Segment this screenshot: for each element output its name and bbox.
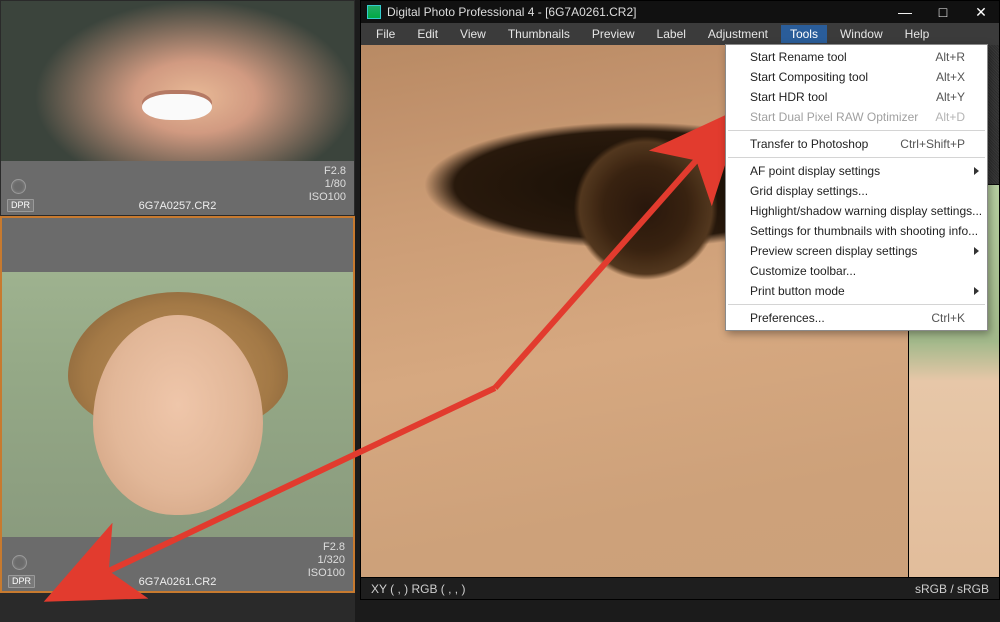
thumbnail-1-aperture: F2.8 (308, 541, 345, 554)
menu-item-rename[interactable]: Start Rename tool Alt+R (726, 47, 987, 67)
menu-item-shortcut: Ctrl+K (931, 311, 965, 325)
thumbnail-sidebar: F2.8 1/80 ISO100 DPR 6G7A0257.CR2 F2.8 1… (0, 0, 355, 622)
thumbnail-1[interactable]: F2.8 1/320 ISO100 DPR 6G7A0261.CR2 (0, 216, 355, 593)
menu-item-shortcut: Alt+X (936, 70, 965, 84)
thumbnail-0-aperture: F2.8 (309, 165, 346, 178)
menu-item-label: Start Rename tool (750, 50, 847, 64)
thumbnail-1-shutter: 1/320 (308, 554, 345, 567)
menu-item-photoshop[interactable]: Transfer to Photoshop Ctrl+Shift+P (726, 134, 987, 154)
menu-view[interactable]: View (451, 25, 495, 43)
menu-item-grid[interactable]: Grid display settings... (726, 181, 987, 201)
menu-window[interactable]: Window (831, 25, 892, 43)
thumbnail-1-footer: F2.8 1/320 ISO100 DPR 6G7A0261.CR2 (2, 537, 353, 591)
menu-item-customize-toolbar[interactable]: Customize toolbar... (726, 261, 987, 281)
menu-edit[interactable]: Edit (408, 25, 447, 43)
menu-help[interactable]: Help (896, 25, 939, 43)
titlebar[interactable]: Digital Photo Professional 4 - [6G7A0261… (361, 1, 999, 23)
menu-separator (728, 157, 985, 158)
thumbnail-0-image (1, 1, 354, 161)
menu-tools[interactable]: Tools (781, 25, 827, 43)
menu-item-compositing[interactable]: Start Compositing tool Alt+X (726, 67, 987, 87)
dpr-badge: DPR (8, 575, 35, 588)
menu-item-shortcut: Alt+R (935, 50, 965, 64)
menu-item-highlight[interactable]: Highlight/shadow warning display setting… (726, 201, 987, 221)
thumbnail-0-shutter: 1/80 (309, 178, 346, 191)
menu-item-shortcut: Alt+D (935, 110, 965, 124)
thumbnail-1-top-spacer (2, 218, 353, 272)
thumbnail-1-iso: ISO100 (308, 567, 345, 580)
menu-item-label: Settings for thumbnails with shooting in… (750, 224, 978, 238)
menu-thumbnails[interactable]: Thumbnails (499, 25, 579, 43)
maximize-button[interactable]: □ (931, 4, 955, 20)
menu-adjustment[interactable]: Adjustment (699, 25, 777, 43)
thumbnail-0-meta: F2.8 1/80 ISO100 (309, 165, 346, 204)
menu-item-preview-settings[interactable]: Preview screen display settings (726, 241, 987, 261)
menu-item-label: Print button mode (750, 284, 845, 298)
close-button[interactable]: ✕ (969, 4, 993, 21)
thumbnail-1-filename: 6G7A0261.CR2 (139, 576, 217, 588)
menu-item-label: AF point display settings (750, 164, 880, 178)
menu-item-label: Highlight/shadow warning display setting… (750, 204, 982, 218)
menu-separator (728, 130, 985, 131)
menu-item-shortcut: Alt+Y (936, 90, 965, 104)
window-controls: — □ ✕ (893, 1, 993, 23)
menu-item-label: Start Compositing tool (750, 70, 868, 84)
menu-item-print-mode[interactable]: Print button mode (726, 281, 987, 301)
window-title: Digital Photo Professional 4 - [6G7A0261… (387, 5, 636, 19)
menu-item-dpr-optimizer: Start Dual Pixel RAW Optimizer Alt+D (726, 107, 987, 127)
app-icon (367, 5, 381, 19)
menu-item-shortcut: Ctrl+Shift+P (900, 137, 965, 151)
minimize-button[interactable]: — (893, 4, 917, 20)
menu-file[interactable]: File (367, 25, 404, 43)
thumbnail-0[interactable]: F2.8 1/80 ISO100 DPR 6G7A0257.CR2 (1, 1, 354, 215)
menu-item-label: Start HDR tool (750, 90, 827, 104)
thumbnail-1-image (2, 272, 353, 537)
status-left: XY ( , ) RGB ( , , ) (371, 582, 465, 596)
status-circle-icon (12, 555, 27, 570)
thumbnail-0-footer: F2.8 1/80 ISO100 DPR 6G7A0257.CR2 (1, 161, 354, 215)
menu-preview[interactable]: Preview (583, 25, 644, 43)
thumbnail-1-meta: F2.8 1/320 ISO100 (308, 541, 345, 580)
statusbar: XY ( , ) RGB ( , , ) sRGB / sRGB (361, 577, 999, 599)
menu-separator (728, 304, 985, 305)
menu-item-label: Start Dual Pixel RAW Optimizer (750, 110, 918, 124)
menu-item-label: Preview screen display settings (750, 244, 917, 258)
menu-label[interactable]: Label (648, 25, 695, 43)
thumbnail-0-iso: ISO100 (309, 191, 346, 204)
menu-item-label: Preferences... (750, 311, 825, 325)
tools-menu-dropdown: Start Rename tool Alt+R Start Compositin… (725, 44, 988, 331)
menu-item-label: Transfer to Photoshop (750, 137, 868, 151)
status-circle-icon (11, 179, 26, 194)
menu-item-afpoint[interactable]: AF point display settings (726, 161, 987, 181)
thumbnail-0-filename: 6G7A0257.CR2 (139, 200, 217, 212)
menu-item-hdr[interactable]: Start HDR tool Alt+Y (726, 87, 987, 107)
dpr-badge: DPR (7, 199, 34, 212)
menu-item-label: Customize toolbar... (750, 264, 856, 278)
menu-item-label: Grid display settings... (750, 184, 868, 198)
menu-item-preferences[interactable]: Preferences... Ctrl+K (726, 308, 987, 328)
menubar: File Edit View Thumbnails Preview Label … (361, 23, 999, 45)
status-right: sRGB / sRGB (915, 582, 989, 596)
menu-item-thumb-settings[interactable]: Settings for thumbnails with shooting in… (726, 221, 987, 241)
